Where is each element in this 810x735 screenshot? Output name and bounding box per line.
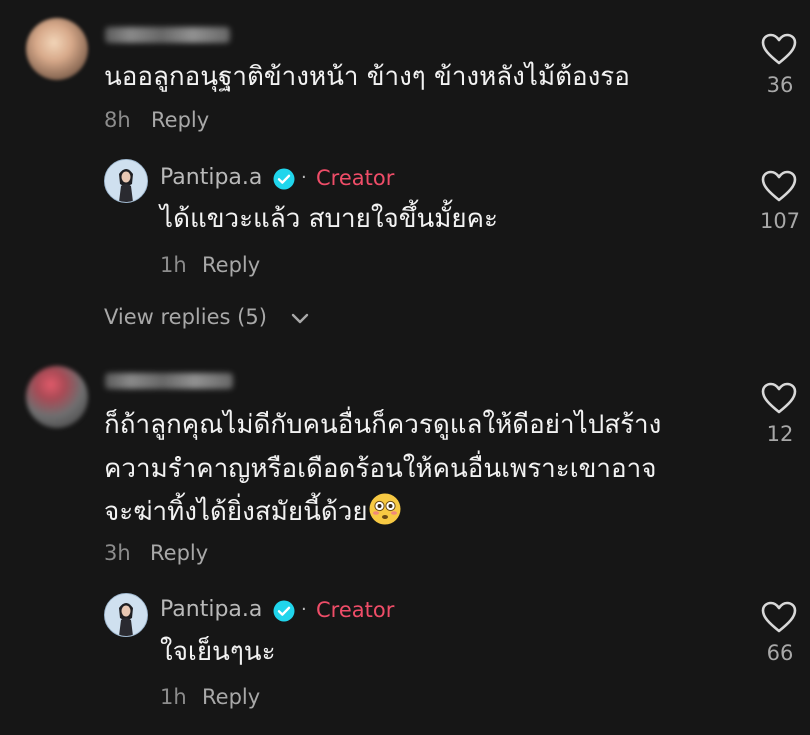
comment-text-line-3: จะฆ่าทิ้งได้ยิ่งสมัยนี้ด้วย — [104, 491, 402, 534]
commenter-username-blurred[interactable] — [105, 27, 230, 43]
reply-text: ใจเย็นๆนะ — [160, 637, 276, 667]
heart-icon[interactable] — [761, 33, 797, 65]
commenter-username-blurred[interactable] — [105, 373, 233, 389]
creator-badge: Creator — [316, 166, 395, 190]
reply-text: ได้แขวะแล้ว สบายใจขึ้นมั้ยคะ — [160, 204, 499, 234]
creator-avatar-image — [105, 160, 147, 202]
heart-icon[interactable] — [761, 601, 797, 633]
reply-button[interactable]: Reply — [202, 685, 260, 709]
commenter-avatar[interactable] — [26, 18, 88, 80]
creator-username[interactable]: Pantipa.a — [160, 165, 262, 190]
reply-time: 1h — [160, 685, 187, 709]
like-count: 66 — [766, 641, 794, 665]
heart-icon[interactable] — [761, 382, 797, 414]
separator-dot: · — [301, 599, 307, 620]
separator-dot: · — [301, 167, 307, 188]
comment-text-line-3-content: จะฆ่าทิ้งได้ยิ่งสมัยนี้ด้วย — [104, 497, 368, 527]
creator-username[interactable]: Pantipa.a — [160, 597, 262, 622]
comment-thread: นออลูกอนุฐาติข้างหน้า ข้างๆ ข้างหลังไม้ต… — [0, 0, 810, 735]
creator-badge: Creator — [316, 598, 395, 622]
verified-icon — [273, 168, 295, 190]
reply-button[interactable]: Reply — [150, 541, 208, 565]
like-count: 12 — [766, 422, 794, 446]
comment-text-line-2: ความรำคาญหรือเดือดร้อนให้คนอื่นเพราะเขาอ… — [104, 454, 657, 484]
reply-button[interactable]: Reply — [202, 253, 260, 277]
reply-button[interactable]: Reply — [151, 108, 209, 132]
heart-icon[interactable] — [761, 170, 797, 202]
comment-time: 8h — [104, 108, 131, 132]
comment-text: นออลูกอนุฐาติข้างหน้า ข้างๆ ข้างหลังไม้ต… — [104, 62, 630, 92]
flushed-face-emoji — [369, 493, 401, 525]
like-count: 36 — [766, 73, 794, 97]
creator-avatar[interactable] — [104, 159, 148, 203]
creator-avatar[interactable] — [104, 593, 148, 637]
chevron-down-icon[interactable] — [290, 312, 310, 326]
view-replies-button[interactable]: View replies (5) — [104, 305, 267, 329]
commenter-avatar[interactable] — [26, 366, 88, 428]
like-count: 107 — [759, 209, 801, 233]
comment-text-line-1: ก็ถ้าลูกคุณไม่ดีกับคนอื่นก็ควรดูแลให้ดีอ… — [104, 410, 662, 440]
verified-icon — [273, 600, 295, 622]
comment-time: 3h — [104, 541, 131, 565]
reply-time: 1h — [160, 253, 187, 277]
creator-avatar-image — [105, 594, 147, 636]
